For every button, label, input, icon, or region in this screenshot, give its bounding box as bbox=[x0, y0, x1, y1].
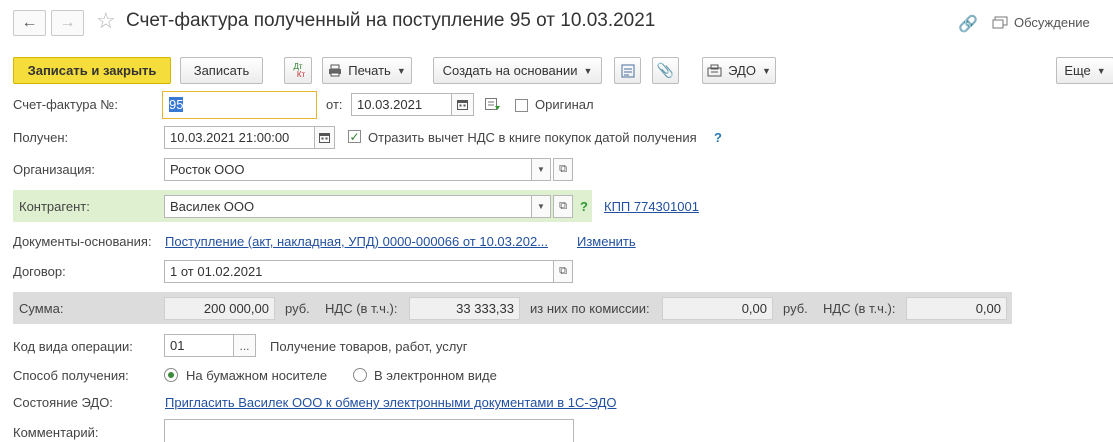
open-icon: ⧉ bbox=[559, 200, 567, 212]
edo-icon bbox=[707, 64, 722, 77]
calendar-button[interactable] bbox=[451, 93, 474, 116]
receipt-method-label: Способ получения: bbox=[13, 368, 129, 383]
chevron-down-icon: ▼ bbox=[583, 65, 593, 76]
counterparty-open-button[interactable]: ⧉ bbox=[553, 195, 573, 218]
operation-code-description: Получение товаров, работ, услуг bbox=[270, 339, 468, 354]
create-based-on-label: Создать на основании bbox=[442, 63, 578, 78]
invoice-date-input[interactable]: 10.03.2021 bbox=[351, 93, 452, 116]
dt-kt-button[interactable]: Дт Кт bbox=[284, 57, 312, 84]
more-label: Еще bbox=[1064, 63, 1091, 78]
invoice-number-label: Счет-фактура №: bbox=[13, 97, 118, 112]
discussion-icon bbox=[992, 16, 1008, 28]
organization-label: Организация: bbox=[13, 162, 96, 177]
contract-open-button[interactable]: ⧉ bbox=[553, 260, 573, 283]
link-icon[interactable]: 🔗 bbox=[958, 14, 978, 34]
change-link[interactable]: Изменить bbox=[577, 234, 636, 249]
counterparty-input[interactable]: Василек ООО bbox=[164, 195, 532, 218]
edo-state-label: Состояние ЭДО: bbox=[13, 395, 113, 410]
print-label: Печать bbox=[348, 63, 391, 78]
chevron-down-icon: ▼ bbox=[396, 65, 406, 76]
structure-icon bbox=[621, 64, 634, 77]
invoice-number-value: 95 bbox=[169, 97, 184, 112]
print-button[interactable]: Печать ▼ bbox=[322, 57, 412, 84]
sum-value: 200 000,00 bbox=[164, 297, 275, 320]
kpp-link[interactable]: КПП 774301001 bbox=[604, 199, 699, 214]
kt-label: Кт bbox=[296, 69, 306, 79]
operation-code-select-button[interactable]: ... bbox=[233, 334, 256, 357]
save-and-close-button[interactable]: Записать и закрыть bbox=[13, 57, 171, 84]
open-icon: ⧉ bbox=[559, 163, 567, 175]
receipt-paper-radio[interactable] bbox=[164, 368, 178, 382]
sum-label: Сумма: bbox=[19, 301, 64, 316]
structure-button[interactable] bbox=[614, 57, 641, 84]
vat-deduction-label: Отразить вычет НДС в книге покупок датой… bbox=[368, 130, 697, 145]
help-icon[interactable]: ? bbox=[714, 130, 722, 145]
receipt-paper-label: На бумажном носителе bbox=[186, 368, 328, 383]
fill-from-base-icon[interactable] bbox=[485, 98, 501, 114]
vat-label: НДС (в т.ч.): bbox=[325, 301, 398, 316]
comment-label: Комментарий: bbox=[13, 425, 99, 440]
arrow-right-icon: → bbox=[59, 14, 76, 31]
vat-value: 33 333,33 bbox=[409, 297, 520, 320]
create-based-on-button[interactable]: Создать на основании ▼ bbox=[433, 57, 602, 84]
calendar-icon bbox=[319, 133, 330, 143]
arrow-left-icon: ← bbox=[21, 14, 38, 31]
original-checkbox[interactable] bbox=[515, 99, 528, 112]
operation-code-input[interactable]: 01 bbox=[164, 334, 234, 357]
edo-label: ЭДО bbox=[728, 63, 756, 78]
operation-code-label: Код вида операции: bbox=[13, 339, 133, 354]
commission-currency: руб. bbox=[783, 301, 808, 316]
commission-vat-value: 0,00 bbox=[906, 297, 1007, 320]
organization-input[interactable]: Росток ООО bbox=[164, 158, 532, 181]
attach-button[interactable]: 📎 bbox=[652, 57, 679, 84]
open-icon: ⧉ bbox=[559, 265, 567, 277]
vat-deduction-checkbox[interactable]: ✓ bbox=[348, 130, 361, 143]
received-datetime-input[interactable]: 10.03.2021 21:00:00 bbox=[164, 126, 315, 149]
invoice-number-input[interactable]: 95 bbox=[162, 91, 317, 119]
calendar-icon bbox=[457, 100, 468, 110]
base-document-link[interactable]: Поступление (акт, накладная, УПД) 0000-0… bbox=[165, 234, 548, 249]
page-title: Счет-фактура полученный на поступление 9… bbox=[126, 10, 656, 31]
date-from-label: от: bbox=[326, 97, 343, 112]
edo-invite-link[interactable]: Пригласить Василек ООО к обмену электрон… bbox=[165, 395, 617, 410]
counterparty-label: Контрагент: bbox=[19, 199, 90, 214]
chevron-down-icon: ▼ bbox=[537, 202, 545, 211]
receipt-electronic-radio[interactable] bbox=[353, 368, 367, 382]
paperclip-icon: 📎 bbox=[656, 62, 675, 78]
commission-value: 0,00 bbox=[662, 297, 773, 320]
contract-label: Договор: bbox=[13, 264, 66, 279]
edo-button[interactable]: ЭДО ▼ bbox=[702, 57, 776, 84]
star-icon[interactable]: ☆ bbox=[96, 8, 116, 34]
organization-dropdown-button[interactable]: ▼ bbox=[531, 158, 551, 181]
chevron-down-icon: ▼ bbox=[537, 165, 545, 174]
chevron-down-icon: ▼ bbox=[761, 65, 771, 76]
received-label: Получен: bbox=[13, 130, 69, 145]
discussion-label: Обсуждение bbox=[1014, 15, 1090, 30]
discussion-button[interactable]: Обсуждение bbox=[992, 15, 1090, 30]
commission-label: из них по комиссии: bbox=[530, 301, 650, 316]
calendar-button[interactable] bbox=[314, 126, 335, 149]
back-button[interactable]: ← bbox=[13, 10, 46, 36]
checkmark-icon: ✓ bbox=[349, 129, 360, 144]
chevron-down-icon: ▼ bbox=[1096, 65, 1106, 76]
organization-open-button[interactable]: ⧉ bbox=[553, 158, 573, 181]
counterparty-dropdown-button[interactable]: ▼ bbox=[531, 195, 551, 218]
contract-input[interactable]: 1 от 01.02.2021 bbox=[164, 260, 554, 283]
counterparty-help-icon[interactable]: ? bbox=[580, 199, 588, 214]
original-label: Оригинал bbox=[535, 97, 594, 112]
save-button[interactable]: Записать bbox=[180, 57, 263, 84]
receipt-electronic-label: В электронном виде bbox=[374, 368, 497, 383]
more-button[interactable]: Еще ▼ bbox=[1056, 57, 1113, 84]
printer-icon bbox=[329, 64, 342, 77]
base-documents-label: Документы-основания: bbox=[13, 234, 152, 249]
sum-currency: руб. bbox=[285, 301, 310, 316]
forward-button[interactable]: → bbox=[51, 10, 84, 36]
comment-input[interactable] bbox=[164, 419, 574, 442]
commission-vat-label: НДС (в т.ч.): bbox=[823, 301, 896, 316]
